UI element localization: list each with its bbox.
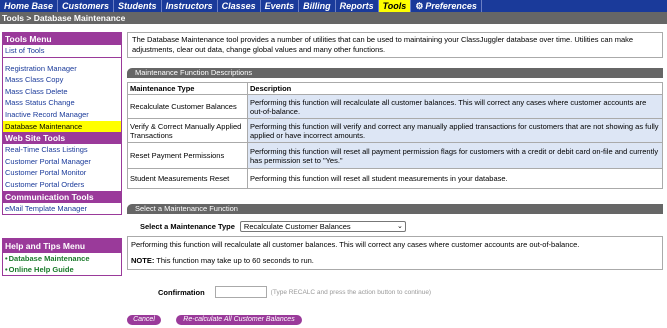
tab-classes[interactable]: Classes [218,0,261,12]
description-cell: Performing this function will recalculat… [247,94,663,119]
tab-instructors[interactable]: Instructors [162,0,218,12]
function-info-text: Performing this function will recalculat… [131,240,580,249]
chevron-down-icon: ⌄ [397,223,403,230]
cancel-button[interactable]: Cancel [127,315,161,325]
type-cell: Verify & Correct Manually Applied Transa… [127,118,248,143]
note-text: This function may take up to 60 seconds … [154,256,314,265]
help-item-label: Database Maintenance [8,254,90,263]
sidebar-item-email-template-manager[interactable]: eMail Template Manager [3,203,121,215]
sidebar-item-mass-status-change[interactable]: Mass Status Change [3,97,121,109]
sidebar-item-mass-class-delete[interactable]: Mass Class Delete [3,86,121,98]
column-header-type: Maintenance Type [127,82,248,95]
sidebar-item-customer-portal-manager[interactable]: Customer Portal Manager [3,156,121,168]
descriptions-section-title: Maintenance Function Descriptions [127,68,663,78]
sidebar-item-mass-class-copy[interactable]: Mass Class Copy [3,74,121,86]
tab-home-base[interactable]: Home Base [0,0,59,12]
gear-icon: ⚙ [415,1,424,11]
tab-preferences-label: Preferences [425,1,477,11]
table-row: Verify & Correct Manually Applied Transa… [127,118,663,143]
maintenance-type-selected: Recalculate Customer Balances [243,222,351,231]
top-nav: Home Base Customers Students Instructors… [0,0,667,12]
sidebar-item-inactive-record-manager[interactable]: Inactive Record Manager [3,109,121,121]
description-cell: Performing this function will verify and… [247,118,663,143]
tab-customers[interactable]: Customers [58,0,115,12]
table-row: Student Measurements Reset Performing th… [127,168,663,189]
bullet-icon: • [5,265,8,274]
maintenance-type-row: Select a Maintenance Type Recalculate Cu… [140,221,406,232]
sidebar-item-database-maintenance[interactable]: Database Maintenance [3,120,121,133]
tab-reports[interactable]: Reports [336,0,379,12]
intro-text: The Database Maintenance tool provides a… [127,32,663,58]
maintenance-type-label: Select a Maintenance Type [140,222,235,231]
select-section-title: Select a Maintenance Function [127,204,663,214]
sidebar-item-registration-manager[interactable]: Registration Manager [3,63,121,75]
description-cell: Performing this function will reset all … [247,168,663,189]
table-header-row: Maintenance Type Description [127,82,663,95]
tab-preferences[interactable]: ⚙ Preferences [411,0,482,12]
table-row: Reset Payment Permissions Performing thi… [127,142,663,169]
column-header-description: Description [247,82,663,95]
tools-menu: Tools Menu List of Tools Registration Ma… [2,32,122,216]
tab-events[interactable]: Events [261,0,300,12]
type-cell: Student Measurements Reset [127,168,248,189]
type-cell: Reset Payment Permissions [127,142,248,169]
sidebar: Tools Menu List of Tools Registration Ma… [2,32,122,216]
maintenance-type-select[interactable]: Recalculate Customer Balances ⌄ [239,221,406,232]
tab-tools[interactable]: Tools [378,0,412,12]
confirmation-label: Confirmation [158,287,205,297]
help-menu: Help and Tips Menu •Database Maintenance… [2,238,122,276]
web-site-tools-title: Web Site Tools [3,132,121,145]
confirmation-row: Confirmation (Type RECALC and press the … [158,286,431,298]
sidebar-item-list-of-tools[interactable]: List of Tools [3,45,121,57]
sidebar-item-real-time-class-listings[interactable]: Real-Time Class Listings [3,144,121,156]
tools-menu-title: Tools Menu [3,33,121,45]
function-note: NOTE: This function may take up to 60 se… [131,256,659,265]
tab-billing[interactable]: Billing [299,0,336,12]
help-item-label: Online Help Guide [8,265,74,274]
table-row: Recalculate Customer Balances Performing… [127,94,663,119]
function-info-box: Performing this function will recalculat… [127,236,663,270]
description-cell: Performing this function will reset all … [247,142,663,169]
descriptions-table: Maintenance Type Description Recalculate… [127,82,663,189]
breadcrumb: Tools > Database Maintenance [0,12,667,24]
help-item-database-maintenance[interactable]: •Database Maintenance [3,253,121,264]
bullet-icon: • [5,254,8,263]
type-cell: Recalculate Customer Balances [127,94,248,119]
help-item-online-help-guide[interactable]: •Online Help Guide [3,264,121,275]
communication-tools-title: Communication Tools [3,190,121,203]
help-menu-title: Help and Tips Menu [3,239,121,253]
tab-students[interactable]: Students [114,0,162,12]
confirmation-input[interactable] [214,286,267,298]
recalculate-balances-button[interactable]: Re-calculate All Customer Balances [176,315,302,325]
sidebar-item-customer-portal-orders[interactable]: Customer Portal Orders [3,179,121,191]
confirmation-hint: (Type RECALC and press the action button… [270,288,432,296]
note-label: NOTE: [131,256,155,265]
sidebar-item-customer-portal-monitor[interactable]: Customer Portal Monitor [3,167,121,179]
